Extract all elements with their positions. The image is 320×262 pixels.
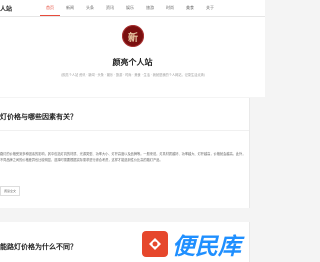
logo-seal-icon: 新 <box>128 32 138 44</box>
watermark-text: 便民库 <box>172 234 241 260</box>
top-navbar: 人站 首页 新闻 头条 资讯 娱乐 旅游 时尚 美食 关于 <box>0 0 265 17</box>
article-card: 灯价格与哪些因素有关？ 路灯的价格受到多种因素的影响，其中包括灯具的材质、光源类… <box>0 98 250 208</box>
nav-item-entertainment[interactable]: 娱乐 <box>120 0 140 16</box>
nav-item-food[interactable]: 美食 <box>180 0 200 16</box>
divider <box>0 130 250 131</box>
main-nav: 首页 新闻 头条 资讯 娱乐 旅游 时尚 美食 关于 <box>40 0 220 16</box>
nav-item-home[interactable]: 首页 <box>40 0 60 16</box>
watermark-logo-icon <box>142 231 168 257</box>
nav-item-news[interactable]: 新闻 <box>60 0 80 16</box>
site-title: 颜亮个人站 <box>112 58 153 67</box>
card-border <box>249 98 250 208</box>
site-hero: 新 颜亮个人站 （颜亮个人站 资讯 · 新闻 · 头条 · 娱乐 · 旅游 · … <box>0 17 265 97</box>
site-description: （颜亮个人站 资讯 · 新闻 · 头条 · 娱乐 · 旅游 · 时尚 · 美食 … <box>59 73 207 77</box>
article-excerpt: 路灯的价格受到多种因素的影响，其中包括灯具的材质、光源类型、功率大小、灯杆高度以… <box>0 152 246 162</box>
nav-item-headlines[interactable]: 头条 <box>80 0 100 16</box>
article-title[interactable]: 能路灯价格为什么不同？ <box>0 242 77 252</box>
nav-item-fashion[interactable]: 时尚 <box>160 0 180 16</box>
watermark: 便民库 <box>142 226 252 262</box>
site-logo[interactable]: 新 <box>122 25 144 47</box>
article-title[interactable]: 灯价格与哪些因素有关？ <box>0 112 77 122</box>
read-more-button[interactable]: 阅读全文 <box>0 186 20 196</box>
nav-item-info[interactable]: 资讯 <box>100 0 120 16</box>
brand-logo-text[interactable]: 人站 <box>0 4 12 13</box>
nav-item-about[interactable]: 关于 <box>200 0 220 16</box>
nav-item-travel[interactable]: 旅游 <box>140 0 160 16</box>
